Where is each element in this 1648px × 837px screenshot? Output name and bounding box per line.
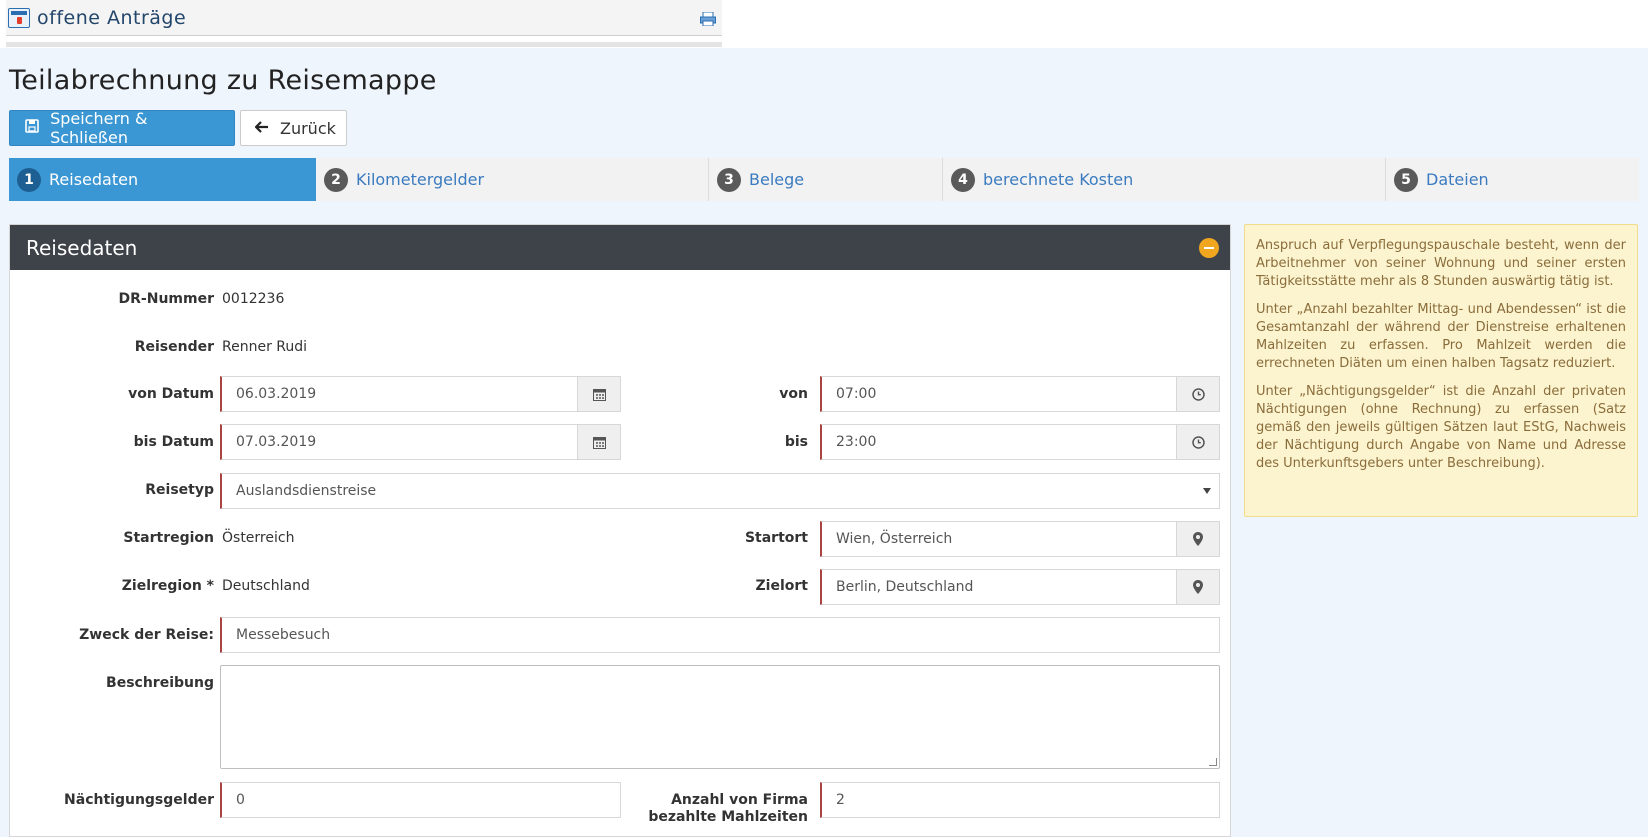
save-close-label: Speichern & Schließen [50,109,148,147]
step-belege[interactable]: 3 Belege [709,158,943,201]
info-paragraph: Anspruch auf Verpflegungspauschale beste… [1256,238,1626,289]
step-number: 4 [951,167,975,192]
main-content: Teilabrechnung zu Reisemappe Speichern &… [0,48,1648,837]
info-paragraph: Unter „Anzahl bezahlter Mittag- und Aben… [1256,302,1626,371]
clock-icon[interactable] [1176,424,1220,460]
step-label: berechnete Kosten [983,170,1134,189]
bis-datum-label: bis Datum [133,434,214,450]
mahlzeiten-label: Anzahl von Firma bezahlte Mahlzeiten [648,792,808,826]
bis-time-value: 23:00 [836,434,877,450]
clock-icon[interactable] [1176,376,1220,412]
zielregion-value: Deutschland [222,578,310,594]
caret-down-icon [1203,488,1211,494]
von-time-value: 07:00 [836,386,877,402]
step-number: 3 [717,167,741,192]
step-reisedaten[interactable]: 1 Reisedaten [9,158,316,201]
zielort-value: Berlin, Deutschland [836,579,974,595]
back-button[interactable]: Zurück [240,110,347,146]
mahlzeiten-label-line1: Anzahl von Firma [671,792,808,808]
zweck-input[interactable]: Messebesuch [220,617,1220,653]
startort-label: Startort [744,530,808,546]
von-time-input[interactable]: 07:00 [820,376,1220,412]
bis-datum-input[interactable]: 07.03.2019 [220,424,621,460]
beschreibung-label: Beschreibung [106,675,214,691]
step-kilometergelder[interactable]: 2 Kilometergelder [316,158,709,201]
step-number: 5 [1394,167,1418,192]
zielregion-label: Zielregion * [121,578,214,594]
reisetyp-select[interactable]: Auslandsdienstreise [220,473,1220,509]
save-icon [24,119,39,137]
step-berechnete-kosten[interactable]: 4 berechnete Kosten [943,158,1386,201]
dr-nummer-label: DR-Nummer [118,291,214,307]
step-label: Reisedaten [49,170,139,189]
calendar-icon[interactable] [577,424,621,460]
reisender-label: Reisender [134,339,214,355]
zweck-label: Zweck der Reise: [79,627,214,643]
mahlzeiten-input[interactable]: 2 [820,782,1220,818]
wizard-steps: 1 Reisedaten 2 Kilometergelder 3 Belege … [9,158,1639,201]
step-dateien[interactable]: 5 Dateien [1386,158,1639,201]
zielort-input[interactable]: Berlin, Deutschland [820,569,1220,605]
startort-value: Wien, Österreich [836,531,953,547]
startregion-label: Startregion [123,530,214,546]
titlebar-inner: offene Anträge [6,0,722,36]
zielort-label: Zielort [755,578,808,594]
zweck-value: Messebesuch [236,627,331,643]
bis-datum-value: 07.03.2019 [236,434,317,450]
print-icon[interactable] [700,11,716,27]
von-label: von [779,386,808,402]
naechtigung-value: 0 [236,792,245,808]
step-number: 2 [324,167,348,192]
panel-header: Reisedaten [10,225,1230,270]
map-marker-icon[interactable] [1176,521,1220,557]
page-title: Teilabrechnung zu Reisemappe [9,65,437,96]
reisender-value: Renner Rudi [222,339,308,355]
von-datum-value: 06.03.2019 [236,386,317,402]
step-label: Dateien [1426,170,1489,189]
window-titlebar: offene Anträge [0,0,722,48]
panel-title: Reisedaten [26,235,138,260]
info-box: Anspruch auf Verpflegungspauschale beste… [1244,224,1638,517]
arrow-left-icon [254,119,269,137]
map-marker-icon[interactable] [1176,569,1220,605]
resize-grip-icon[interactable] [1209,758,1217,766]
beschreibung-textarea[interactable] [220,665,1220,769]
window-title: offene Anträge [37,7,187,29]
reisetyp-value: Auslandsdienstreise [236,483,377,499]
app-icon [8,8,30,28]
startort-input[interactable]: Wien, Österreich [820,521,1220,557]
naechtigung-input[interactable]: 0 [220,782,621,818]
bis-label: bis [784,434,808,450]
info-paragraph: Unter „Nächtigungsgelder“ ist die Anzahl… [1256,384,1626,471]
reisedaten-panel: Reisedaten DR-Nummer 0012236 Reisender R… [9,224,1231,837]
step-label: Belege [749,170,805,189]
mahlzeiten-value: 2 [836,792,845,808]
von-datum-input[interactable]: 06.03.2019 [220,376,621,412]
step-label: Kilometergelder [356,170,485,189]
startregion-value: Österreich [222,530,295,546]
reisetyp-label: Reisetyp [145,482,214,498]
step-number: 1 [17,167,41,192]
mahlzeiten-label-line2: bezahlte Mahlzeiten [648,809,808,825]
titlebar-divider [6,42,722,47]
back-label: Zurück [280,118,336,138]
collapse-icon[interactable] [1199,238,1219,258]
von-datum-label: von Datum [128,386,214,402]
calendar-icon[interactable] [577,376,621,412]
dr-nummer-value: 0012236 [222,291,285,307]
save-close-button[interactable]: Speichern & Schließen [9,109,235,147]
bis-time-input[interactable]: 23:00 [820,424,1220,460]
naechtigung-label: Nächtigungsgelder [64,792,214,808]
